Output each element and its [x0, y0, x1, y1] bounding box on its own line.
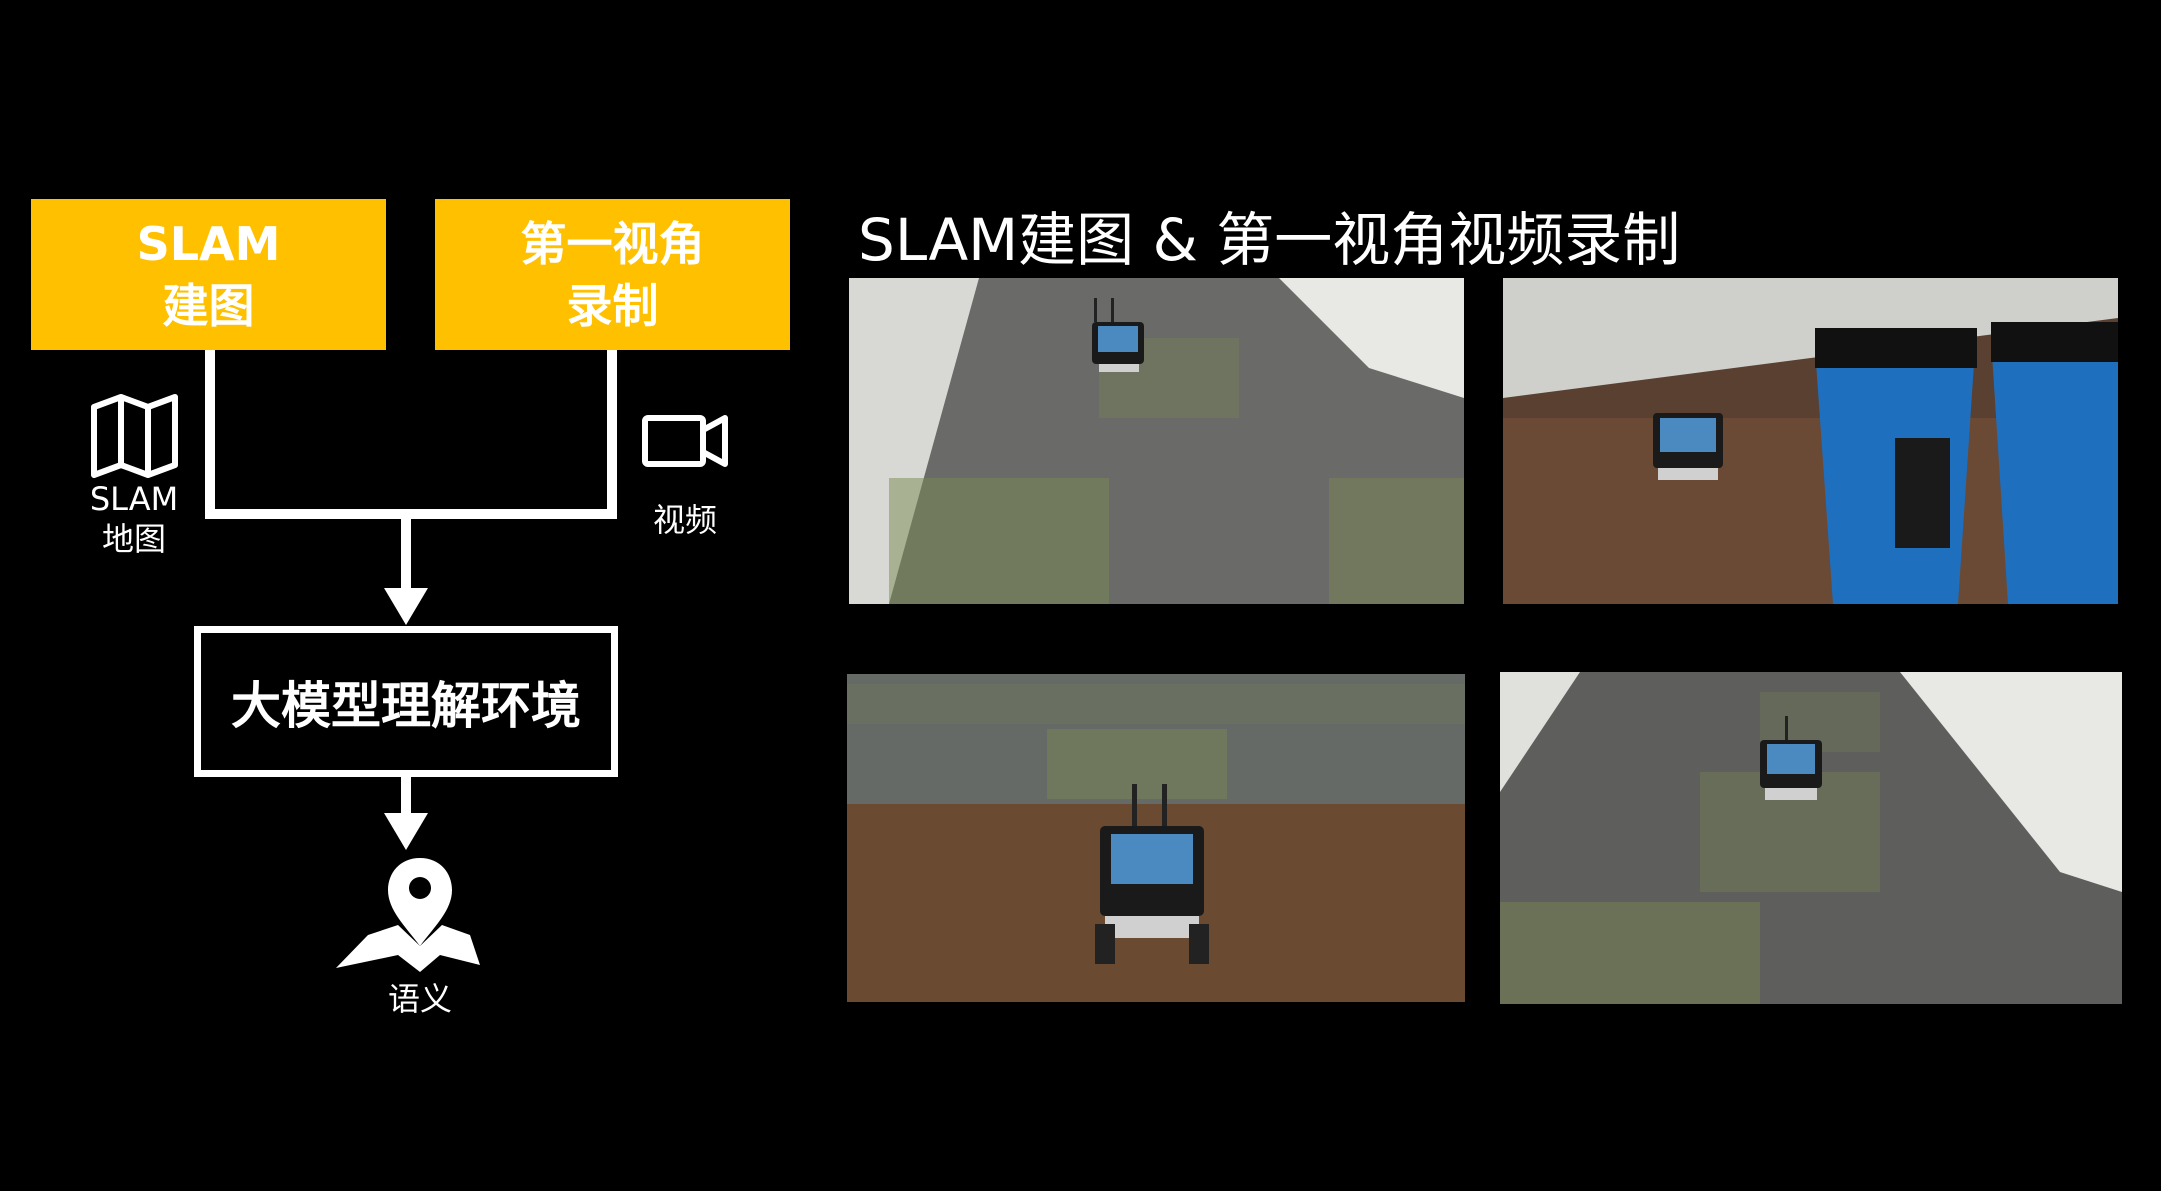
arrow-head-bottom [384, 813, 428, 850]
semantic-caption: 语义 [387, 980, 452, 1018]
video-camera-icon [642, 415, 728, 467]
photo-carpet-corridor [849, 278, 1464, 604]
photo-wood-floor-trash-bins [1503, 278, 2118, 604]
map-icon [91, 394, 178, 478]
photo-carpet-wood-transition [847, 674, 1465, 1002]
page-title: SLAM建图 & 第一视角视频录制 [858, 206, 1681, 274]
video-caption: 视频 [652, 501, 717, 539]
slam-map-caption-line2: 地图 [101, 520, 166, 558]
left-connector-line [205, 350, 617, 519]
location-pin-icon [336, 858, 480, 972]
photo-carpet-hallway [1500, 672, 2122, 1004]
slam-map-caption-line1: SLAM [89, 480, 179, 518]
slam-map-caption: SLAM 地图 [74, 479, 194, 559]
arrow-head-top [384, 588, 428, 625]
llm-understand-environment-box: 大模型理解环境 [194, 626, 618, 777]
